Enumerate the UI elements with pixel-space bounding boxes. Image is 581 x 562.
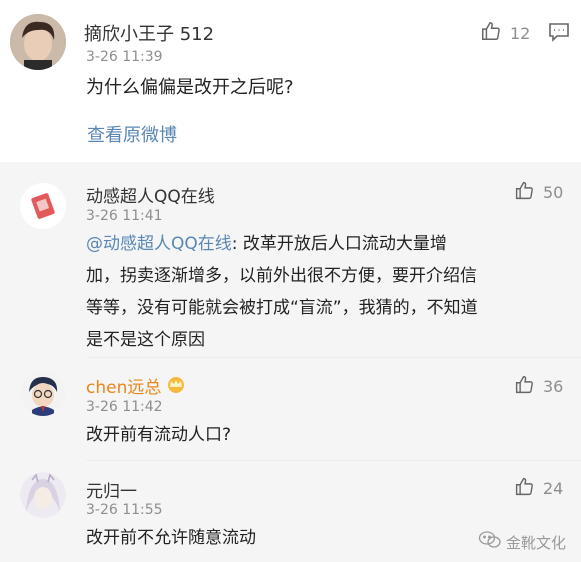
- reply-text-line: 是不是这个原因: [86, 330, 205, 350]
- avatar[interactable]: [20, 370, 66, 416]
- reply-time: 3-26 11:42: [86, 399, 163, 415]
- thumbs-up-icon: [480, 20, 502, 46]
- watermark: 金靴文化: [478, 530, 566, 554]
- comment-time: 3-26 11:39: [86, 49, 163, 65]
- reply-text: 改开前有流动人口?: [86, 425, 232, 445]
- avatar[interactable]: [10, 14, 66, 70]
- reply-text-line: 等等，没有可能就会被打成“盲流”，我猜的，不知道: [86, 298, 478, 318]
- like-count: 36: [543, 377, 564, 396]
- reply-username[interactable]: 元归一: [86, 477, 137, 502]
- view-original-link[interactable]: 查看原微博: [87, 121, 177, 147]
- avatar[interactable]: [20, 472, 66, 518]
- wechat-logo-icon: [478, 530, 502, 554]
- reply-like-button[interactable]: 24: [514, 476, 563, 501]
- thumbs-up-icon: [514, 374, 535, 399]
- divider: [86, 460, 581, 461]
- reply-text: @动感超人QQ在线: 改革开放后人口流动大量增 加，拐卖逐渐增多，以前外出很不方…: [86, 228, 556, 356]
- reply-text: 改开前不允许随意流动: [86, 528, 256, 548]
- reply-text-line: 加，拐卖逐渐增多，以前外出很不方便，要开介绍信: [86, 266, 477, 286]
- like-count: 12: [510, 23, 531, 43]
- comment-icon[interactable]: [548, 22, 570, 46]
- crown-badge-icon: [166, 375, 186, 397]
- avatar[interactable]: [20, 183, 66, 229]
- comment-like-button[interactable]: 12: [480, 20, 530, 46]
- like-count: 50: [543, 183, 564, 202]
- reply-time: 3-26 11:55: [86, 502, 163, 518]
- reply-time: 3-26 11:41: [86, 208, 163, 224]
- watermark-text: 金靴文化: [506, 533, 567, 552]
- reply-like-button[interactable]: 50: [514, 180, 563, 205]
- divider: [86, 357, 581, 358]
- reply-username-row: chen远总: [86, 373, 186, 398]
- comment-text: 为什么偏偏是改开之后呢?: [86, 77, 294, 98]
- mention-link[interactable]: @动感超人QQ在线: [86, 234, 232, 254]
- thumbs-up-icon: [514, 476, 535, 501]
- reply-username[interactable]: 动感超人QQ在线: [86, 182, 215, 207]
- thumbs-up-icon: [514, 180, 535, 205]
- comment-username[interactable]: 摘欣小王子 512: [84, 20, 214, 46]
- reply-text-line: : 改革开放后人口流动大量增: [231, 234, 447, 254]
- like-count: 24: [543, 479, 564, 498]
- reply-like-button[interactable]: 36: [514, 374, 563, 399]
- reply-username[interactable]: chen远总: [86, 373, 161, 398]
